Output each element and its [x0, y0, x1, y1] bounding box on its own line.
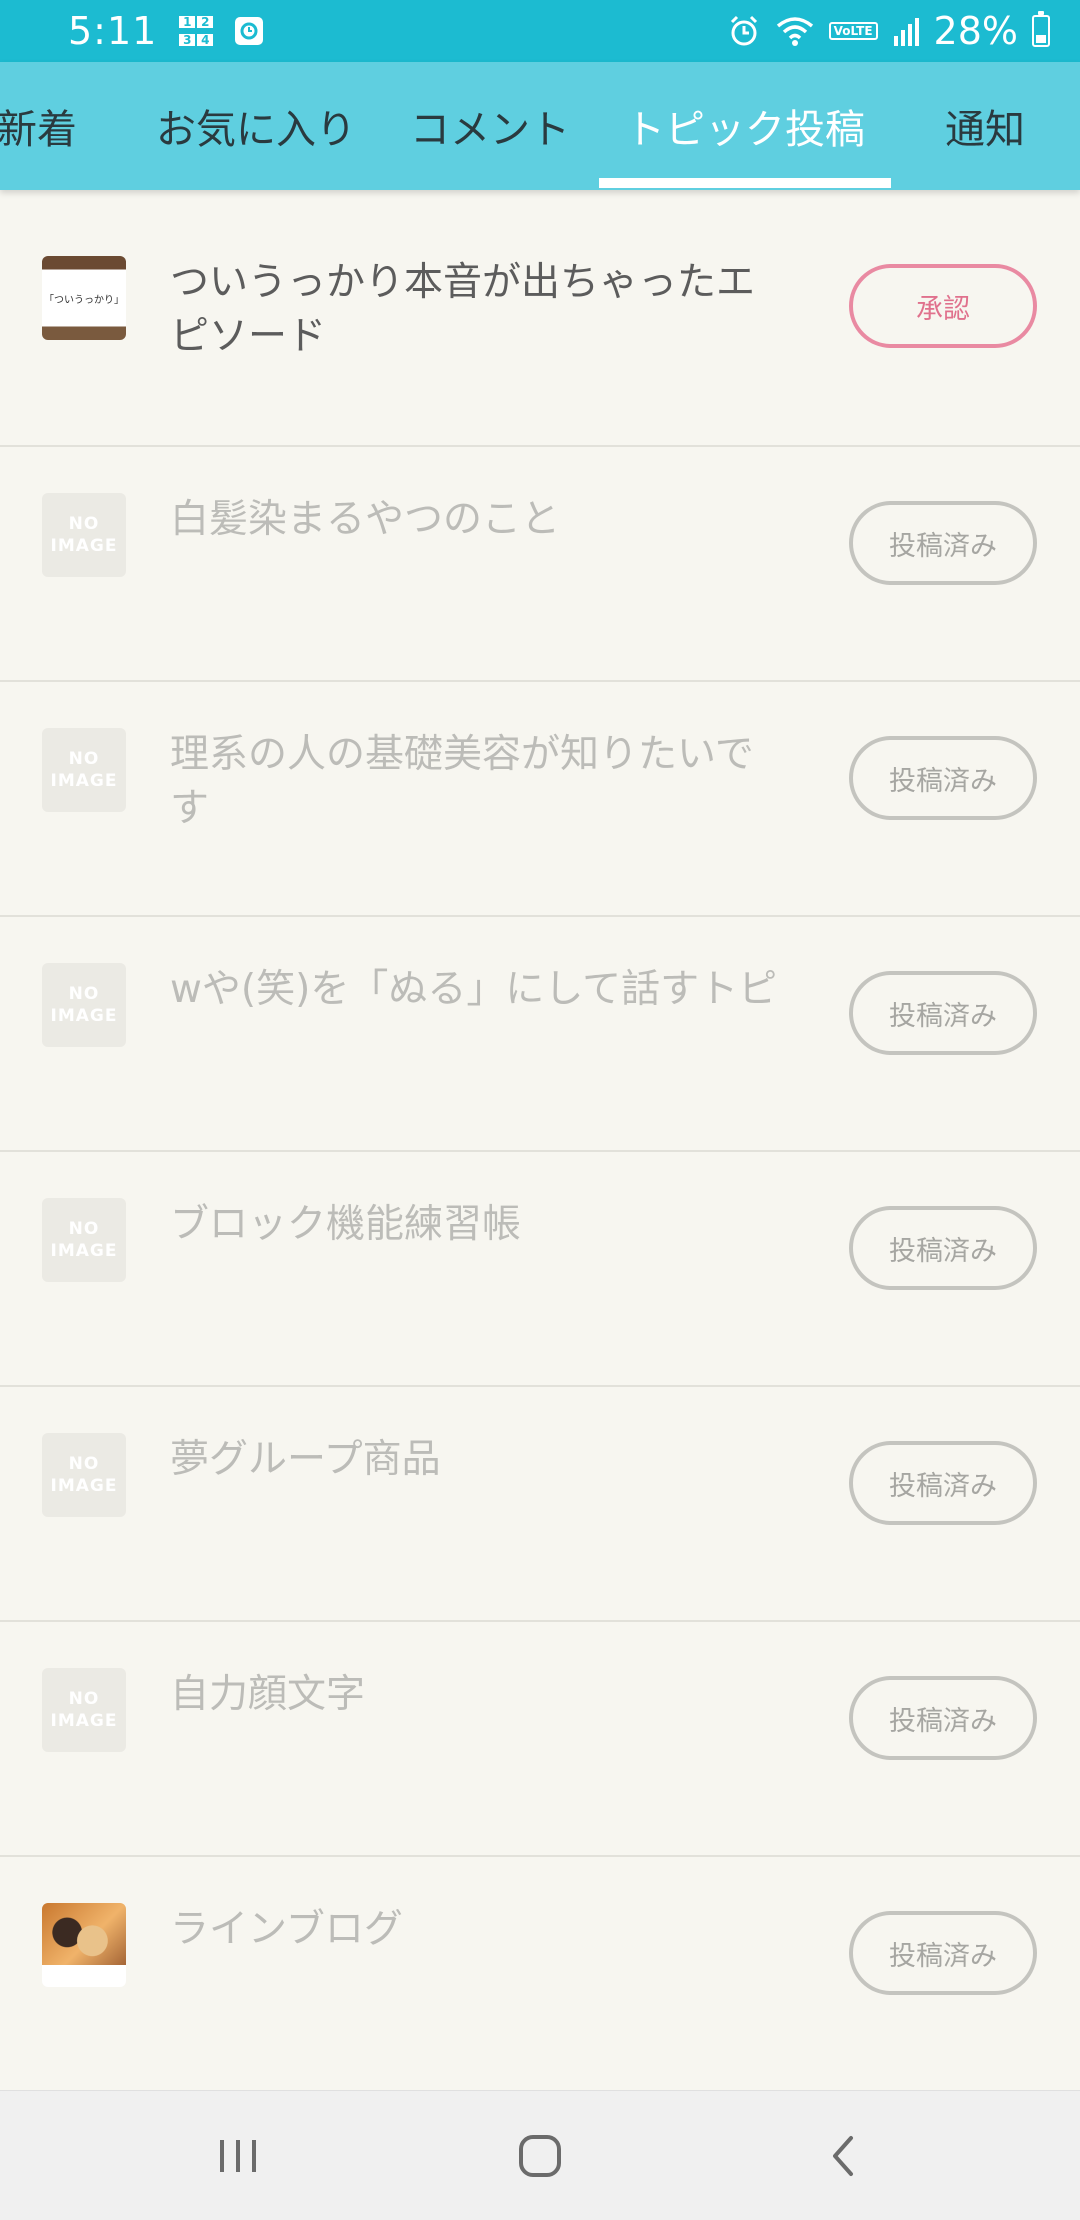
- no-image-placeholder: NO IMAGE: [42, 1433, 126, 1517]
- tab-new[interactable]: 新着: [0, 62, 82, 190]
- tab-favorites[interactable]: お気に入り: [150, 62, 362, 190]
- volte-icon: VoLTE: [828, 22, 878, 40]
- no-image-placeholder: NO IMAGE: [42, 493, 126, 577]
- approve-button[interactable]: 承認: [849, 264, 1037, 348]
- list-item[interactable]: NO IMAGE ブロック機能練習帳 投稿済み: [0, 1152, 1080, 1387]
- battery-icon: [1032, 11, 1050, 47]
- posted-status-button[interactable]: 投稿済み: [849, 501, 1037, 585]
- topic-title: ついうっかり本音が出ちゃったエピソード: [170, 260, 756, 359]
- topic-list: 「ついうっかり」 ついうっかり本音が出ちゃったエピソード 承認 NO IMAGE …: [0, 210, 1080, 2092]
- recent-apps-icon: [220, 2140, 256, 2172]
- topic-title: ブロック機能練習帳: [170, 1202, 522, 1247]
- battery-percent: 28%: [933, 9, 1018, 53]
- no-image-placeholder: NO IMAGE: [42, 728, 126, 812]
- topic-thumbnail: [42, 1903, 126, 1987]
- back-icon: [833, 2136, 853, 2176]
- signal-icon: [892, 16, 920, 46]
- system-navigation-bar: [0, 2090, 1080, 2220]
- no-image-placeholder: NO IMAGE: [42, 963, 126, 1047]
- tab-topic-posts[interactable]: トピック投稿: [599, 62, 891, 190]
- posted-status-button[interactable]: 投稿済み: [849, 971, 1037, 1055]
- calculator-notification-icon: 12 34: [179, 14, 214, 48]
- no-image-placeholder: NO IMAGE: [42, 1198, 126, 1282]
- tab-bar: 新着 お気に入り コメント トピック投稿 通知: [0, 62, 1080, 190]
- active-tab-indicator: [599, 178, 891, 188]
- topic-title: 自力顔文字: [170, 1672, 366, 1717]
- home-button[interactable]: [460, 2091, 620, 2220]
- posted-status-button[interactable]: 投稿済み: [849, 1441, 1037, 1525]
- list-item[interactable]: NO IMAGE 自力顔文字 投稿済み: [0, 1622, 1080, 1857]
- wifi-icon: [775, 14, 815, 48]
- topic-title: wや(笑)を「ぬる」にして話すトピ: [170, 967, 778, 1012]
- tab-notifications[interactable]: 通知: [930, 62, 1040, 190]
- list-item[interactable]: 「ついうっかり」 ついうっかり本音が出ちゃったエピソード 承認: [0, 210, 1080, 447]
- posted-status-button[interactable]: 投稿済み: [849, 1676, 1037, 1760]
- topic-title: 夢グループ商品: [170, 1437, 441, 1482]
- topic-title: 白髪染まるやつのこと: [170, 497, 561, 542]
- app-notification-icon: [235, 17, 264, 45]
- list-item[interactable]: NO IMAGE wや(笑)を「ぬる」にして話すトピ 投稿済み: [0, 917, 1080, 1152]
- tab-comments[interactable]: コメント: [405, 62, 575, 190]
- status-time: 5:11: [68, 9, 158, 53]
- topic-title: ラインブログ: [170, 1907, 403, 1952]
- posted-status-button[interactable]: 投稿済み: [849, 1911, 1037, 1995]
- no-image-placeholder: NO IMAGE: [42, 1668, 126, 1752]
- topic-thumbnail: 「ついうっかり」: [42, 256, 126, 340]
- list-item[interactable]: NO IMAGE 白髪染まるやつのこと 投稿済み: [0, 447, 1080, 682]
- recent-apps-button[interactable]: [158, 2091, 318, 2220]
- home-icon: [519, 2135, 561, 2177]
- status-bar: 5:11 12 34 VoLTE 28%: [0, 0, 1080, 62]
- list-item[interactable]: NO IMAGE 理系の人の基礎美容が知りたいです 投稿済み: [0, 682, 1080, 917]
- back-button[interactable]: [763, 2091, 923, 2220]
- list-item[interactable]: ラインブログ 投稿済み: [0, 1857, 1080, 2092]
- posted-status-button[interactable]: 投稿済み: [849, 736, 1037, 820]
- list-item[interactable]: NO IMAGE 夢グループ商品 投稿済み: [0, 1387, 1080, 1622]
- alarm-icon: [727, 14, 761, 48]
- posted-status-button[interactable]: 投稿済み: [849, 1206, 1037, 1290]
- topic-title: 理系の人の基礎美容が知りたいです: [170, 732, 754, 831]
